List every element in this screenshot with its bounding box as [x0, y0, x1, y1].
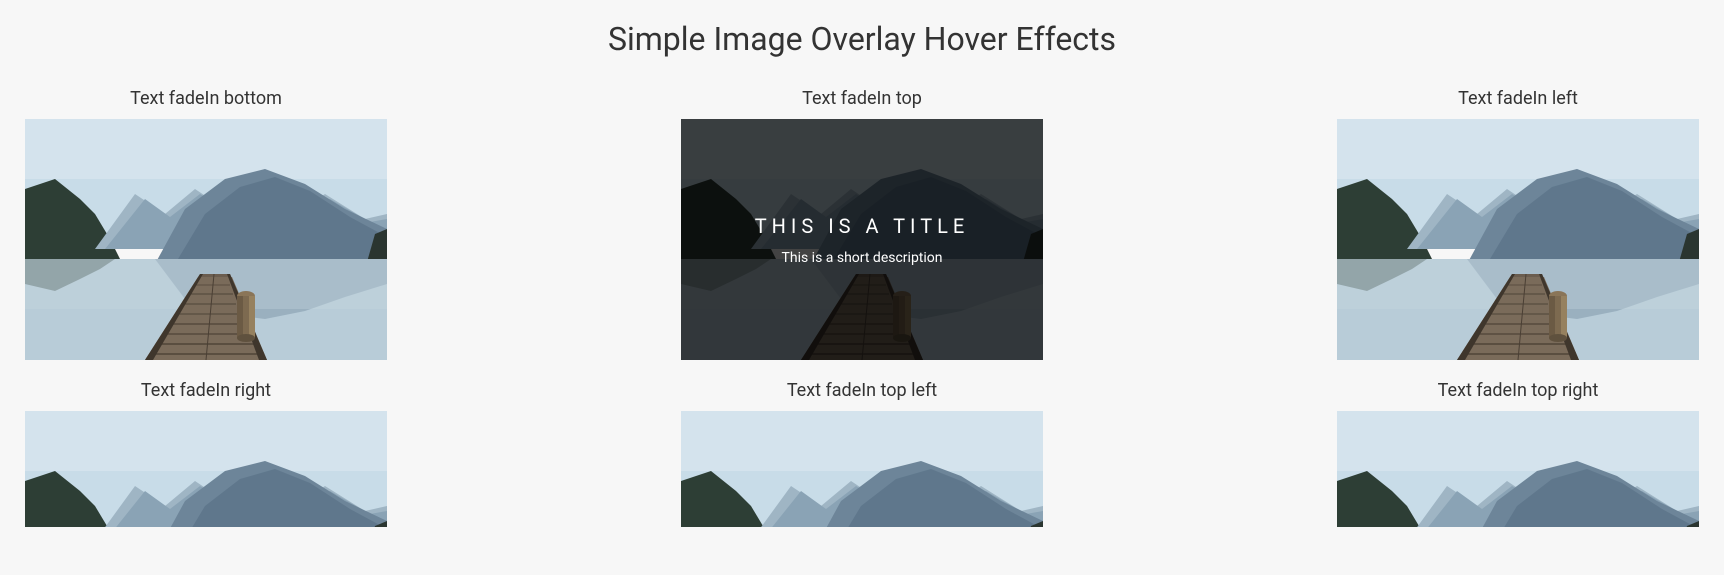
- card-label: Text fadeIn top: [681, 88, 1043, 109]
- lake-dock-image: [681, 411, 1043, 527]
- card-label: Text fadeIn bottom: [25, 88, 387, 109]
- lake-dock-image: [1337, 119, 1699, 360]
- gallery-container: Text fadeIn bottom Text fadeIn top THIS …: [0, 88, 1724, 527]
- page-title: Simple Image Overlay Hover Effects: [0, 0, 1724, 68]
- image-hover-target[interactable]: THIS IS A TITLE This is a short descript…: [681, 119, 1043, 360]
- card-fadein-top-right: Text fadeIn top right: [1337, 380, 1699, 527]
- gallery-row-2: Text fadeIn right Text fadeIn top left T…: [25, 380, 1699, 527]
- card-label: Text fadeIn right: [25, 380, 387, 401]
- overlay-description: This is a short description: [782, 250, 943, 266]
- hover-overlay: THIS IS A TITLE This is a short descript…: [681, 119, 1043, 360]
- gallery-row-1: Text fadeIn bottom Text fadeIn top THIS …: [25, 88, 1699, 360]
- image-hover-target[interactable]: [1337, 411, 1699, 527]
- card-fadein-top-left: Text fadeIn top left: [681, 380, 1043, 527]
- card-fadein-left: Text fadeIn left: [1337, 88, 1699, 360]
- card-fadein-bottom: Text fadeIn bottom: [25, 88, 387, 360]
- image-hover-target[interactable]: [1337, 119, 1699, 360]
- image-hover-target[interactable]: [681, 411, 1043, 527]
- card-fadein-top: Text fadeIn top THIS IS A TITLE This is …: [681, 88, 1043, 360]
- card-fadein-right: Text fadeIn right: [25, 380, 387, 527]
- card-label: Text fadeIn top left: [681, 380, 1043, 401]
- image-hover-target[interactable]: [25, 411, 387, 527]
- card-label: Text fadeIn left: [1337, 88, 1699, 109]
- card-label: Text fadeIn top right: [1337, 380, 1699, 401]
- image-hover-target[interactable]: [25, 119, 387, 360]
- overlay-title: THIS IS A TITLE: [755, 214, 970, 238]
- lake-dock-image: [25, 119, 387, 360]
- lake-dock-image: [1337, 411, 1699, 527]
- lake-dock-image: [25, 411, 387, 527]
